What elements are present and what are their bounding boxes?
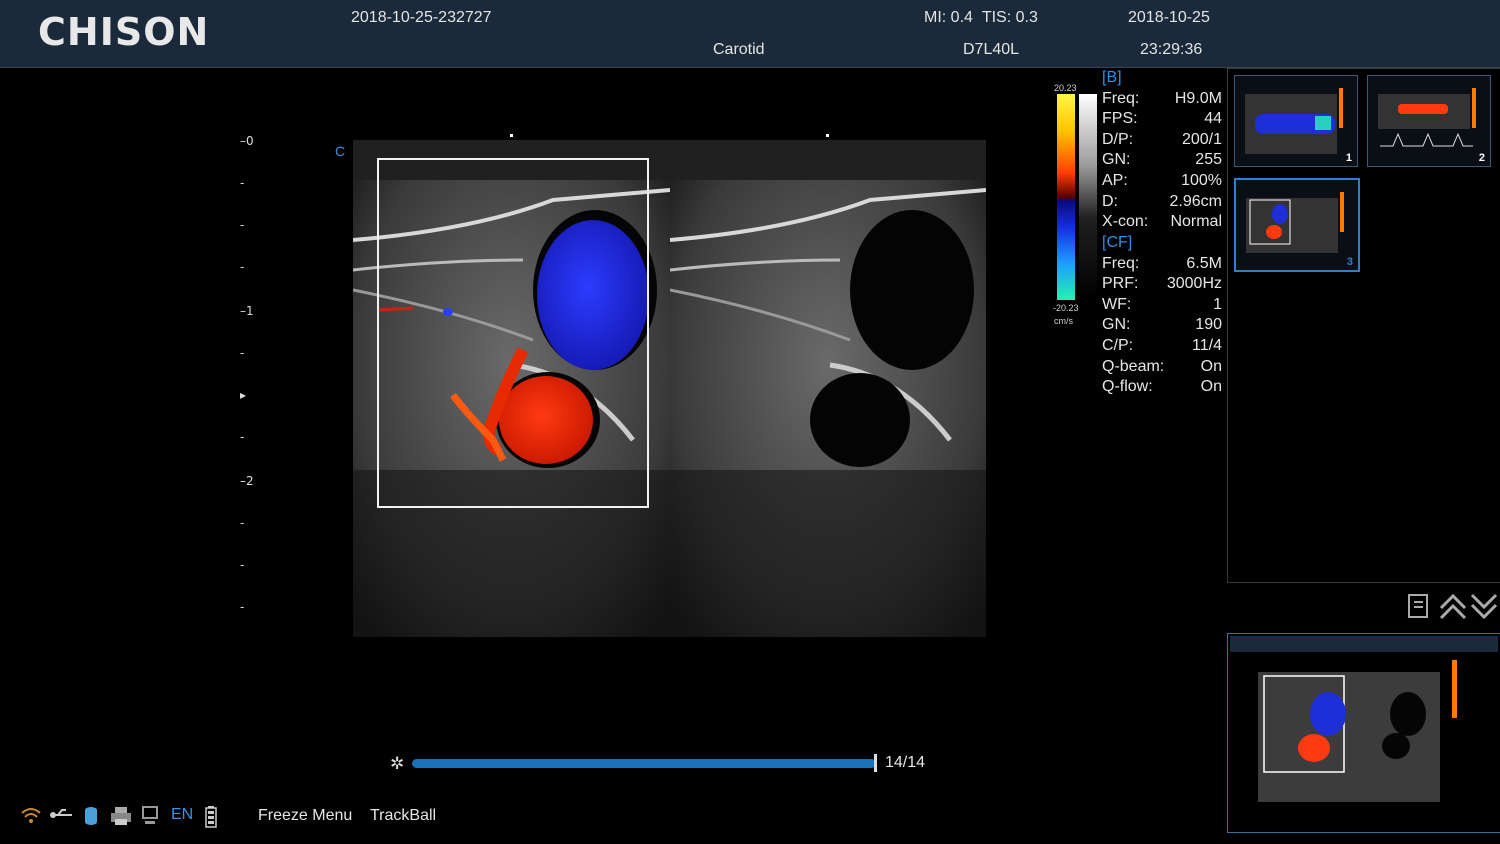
color-velocity-bar bbox=[1057, 94, 1075, 300]
cine-slider-handle[interactable] bbox=[874, 754, 877, 772]
depth-minor-tick: - bbox=[240, 600, 245, 614]
param-value: 6.5M bbox=[1186, 255, 1222, 272]
thumbnail-image bbox=[1368, 76, 1490, 166]
param-label: C/P: bbox=[1102, 337, 1134, 354]
preview-image bbox=[1228, 634, 1500, 832]
color-scale-unit: cm/s bbox=[1054, 316, 1073, 326]
clipboard-icon[interactable] bbox=[1406, 592, 1436, 620]
param-label: AP: bbox=[1102, 172, 1128, 189]
page-up-icon[interactable] bbox=[1438, 592, 1468, 620]
thumbnail-1[interactable]: 1 bbox=[1234, 75, 1358, 167]
center-marker-right bbox=[826, 134, 829, 137]
thumbnail-image bbox=[1235, 76, 1357, 166]
depth-minor-tick: - bbox=[240, 218, 245, 232]
depth-scale: –0 - - - –1 - ▸ - –2 - - - bbox=[240, 132, 270, 622]
b-mode-image[interactable] bbox=[670, 140, 986, 637]
top-header-bar: CHISON 2018-10-25-232727 Carotid MI: 0.4… bbox=[0, 0, 1500, 68]
param-value: Normal bbox=[1170, 213, 1222, 230]
probe-name: D7L40L bbox=[963, 41, 1020, 58]
thumbnail-number: 3 bbox=[1346, 256, 1353, 268]
mi-value: 0.4 bbox=[950, 9, 973, 26]
cine-settings-icon[interactable]: ✲ bbox=[390, 754, 404, 774]
trackball-button[interactable]: TrackBall bbox=[370, 807, 436, 825]
storage-icon bbox=[84, 806, 98, 831]
freeze-menu-button[interactable]: Freeze Menu bbox=[258, 807, 352, 825]
thumbnail-image bbox=[1236, 180, 1358, 270]
param-label: GN: bbox=[1102, 316, 1131, 333]
date-display: 2018-10-25 bbox=[1128, 9, 1210, 26]
color-scale-max: 20.23 bbox=[1054, 83, 1077, 93]
param-value: 3000Hz bbox=[1166, 275, 1222, 292]
param-value: 1 bbox=[1213, 296, 1222, 313]
param-value: 11/4 bbox=[1192, 337, 1222, 354]
exam-id: 2018-10-25-232727 bbox=[351, 9, 492, 26]
tis-label: TIS: bbox=[981, 9, 1012, 26]
param-label: FPS: bbox=[1102, 110, 1138, 127]
param-label: GN: bbox=[1102, 151, 1131, 168]
wifi-icon bbox=[20, 806, 42, 829]
color-scale-min: -20.23 bbox=[1053, 303, 1079, 313]
param-value: On bbox=[1200, 378, 1222, 395]
param-value: 255 bbox=[1195, 151, 1222, 168]
focus-marker: ▸ bbox=[240, 388, 247, 402]
param-value: 190 bbox=[1195, 316, 1222, 333]
depth-minor-tick: - bbox=[240, 516, 245, 530]
language-indicator[interactable]: EN bbox=[171, 806, 193, 824]
cine-progress-bar[interactable] bbox=[412, 759, 876, 768]
depth-tick-2: –2 bbox=[240, 474, 254, 488]
param-label: D/P: bbox=[1102, 131, 1134, 148]
printer-icon bbox=[110, 806, 132, 831]
param-label: Freq: bbox=[1102, 255, 1140, 272]
selected-image-preview[interactable] bbox=[1227, 633, 1500, 833]
depth-minor-tick: - bbox=[240, 176, 245, 190]
param-label: Q-flow: bbox=[1102, 378, 1153, 395]
thumbnail-number: 1 bbox=[1345, 152, 1352, 164]
depth-minor-tick: - bbox=[240, 260, 245, 274]
mi-index: MI: 0.4 TIS: 0.3 bbox=[924, 9, 1038, 27]
depth-minor-tick: - bbox=[240, 346, 245, 360]
thumbnail-number: 2 bbox=[1478, 152, 1485, 164]
depth-tick-1: –1 bbox=[240, 304, 254, 318]
param-value: 100% bbox=[1181, 172, 1222, 189]
param-value: H9.0M bbox=[1174, 90, 1222, 107]
param-value: 44 bbox=[1204, 110, 1222, 127]
center-marker-left bbox=[510, 134, 513, 137]
depth-minor-tick: - bbox=[240, 558, 245, 572]
network-icon bbox=[142, 806, 158, 831]
gray-scale-bar bbox=[1079, 94, 1097, 300]
battery-icon bbox=[205, 806, 217, 833]
param-value: 200/1 bbox=[1181, 131, 1222, 148]
color-mode-marker: C bbox=[335, 143, 346, 159]
param-label: PRF: bbox=[1102, 275, 1139, 292]
cine-frame-counter: 14/14 bbox=[885, 754, 926, 771]
cf-mode-header: [CF] bbox=[1102, 234, 1133, 251]
thumbnail-2[interactable]: 2 bbox=[1367, 75, 1491, 167]
param-label: WF: bbox=[1102, 296, 1132, 313]
b-mode-header: [B] bbox=[1102, 69, 1122, 86]
b-mode-image-svg bbox=[670, 140, 986, 637]
depth-tick-0: –0 bbox=[240, 134, 254, 148]
mi-label: MI: bbox=[924, 9, 947, 26]
preset-name: Carotid bbox=[713, 41, 765, 58]
chison-logo: CHISON bbox=[38, 10, 210, 54]
color-roi-box[interactable] bbox=[377, 158, 649, 508]
page-down-icon[interactable] bbox=[1469, 592, 1499, 620]
param-value: On bbox=[1200, 358, 1222, 375]
thumbnail-panel: 1 2 3 bbox=[1227, 68, 1500, 583]
tis-value: 0.3 bbox=[1015, 9, 1038, 26]
depth-minor-tick: - bbox=[240, 430, 245, 444]
param-label: Freq: bbox=[1102, 90, 1140, 107]
param-label: Q-beam: bbox=[1102, 358, 1165, 375]
param-label: D: bbox=[1102, 193, 1118, 210]
param-value: 2.96cm bbox=[1169, 193, 1222, 210]
time-display: 23:29:36 bbox=[1140, 41, 1203, 58]
param-label: X-con: bbox=[1102, 213, 1149, 230]
thumbnail-3[interactable]: 3 bbox=[1234, 178, 1360, 272]
usb-icon bbox=[50, 806, 74, 829]
